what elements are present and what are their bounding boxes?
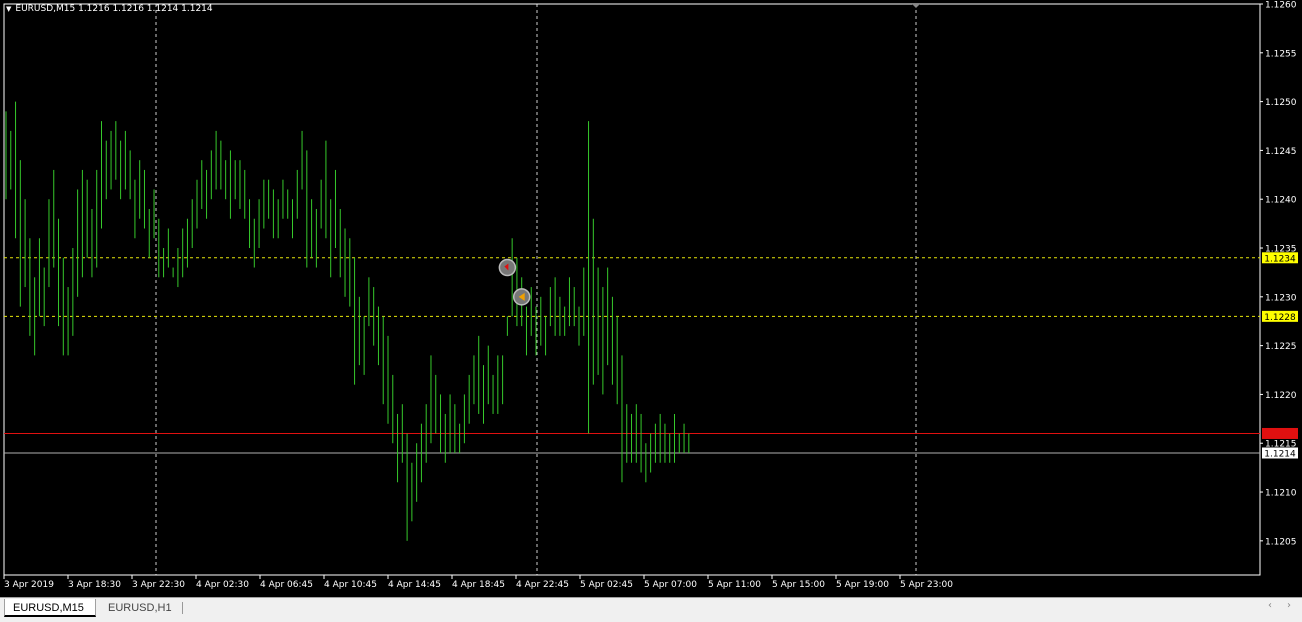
y-tick-label: 1.1255 xyxy=(1265,49,1297,59)
tab-eurusd-m15[interactable]: EURUSD,M15 xyxy=(4,599,96,617)
y-tick-label: 1.1215 xyxy=(1265,440,1297,450)
x-tick-label: 3 Apr 2019 xyxy=(4,580,54,590)
x-tick-label: 4 Apr 14:45 xyxy=(388,580,441,590)
triangle-down-icon[interactable]: ▼ xyxy=(6,5,11,13)
tab-label: EURUSD,H1 xyxy=(108,602,172,614)
plot-frame xyxy=(3,3,1261,576)
symbol-quote-line: EURUSD,M15 1.1216 1.1216 1.1214 1.1214 xyxy=(15,4,213,14)
x-tick-label: 4 Apr 22:45 xyxy=(516,580,569,590)
chevron-right-icon[interactable]: › xyxy=(1287,600,1291,611)
x-tick-label: 5 Apr 02:45 xyxy=(580,580,633,590)
y-tick-label: 1.1240 xyxy=(1265,196,1297,206)
tab-divider xyxy=(182,602,183,614)
y-tick-label: 1.1205 xyxy=(1265,537,1297,547)
tab-label: EURUSD,M15 xyxy=(13,602,84,614)
bid-price-line-label: 1.1216 xyxy=(1264,430,1296,440)
symbol-header: ▼ EURUSD,M15 1.1216 1.1216 1.1214 1.1214 xyxy=(6,4,213,14)
chevron-left-icon[interactable]: ‹ xyxy=(1268,600,1272,611)
y-tick-label: 1.1235 xyxy=(1265,245,1297,255)
x-tick-label: 4 Apr 02:30 xyxy=(196,580,249,590)
level-line-label: 1.1228 xyxy=(1264,313,1296,323)
x-tick-label: 5 Apr 19:00 xyxy=(836,580,889,590)
chart-tab-bar: EURUSD,M15 EURUSD,H1 ‹ › xyxy=(0,597,1302,622)
x-tick-label: 3 Apr 18:30 xyxy=(68,580,121,590)
x-tick-label: 4 Apr 10:45 xyxy=(324,580,377,590)
y-tick-label: 1.1230 xyxy=(1265,293,1297,303)
x-tick-label: 5 Apr 11:00 xyxy=(708,580,761,590)
x-tick-label: 5 Apr 15:00 xyxy=(772,580,825,590)
x-tick-label: 4 Apr 18:45 xyxy=(452,580,505,590)
x-tick-label: 5 Apr 07:00 xyxy=(644,580,697,590)
x-tick-label: 3 Apr 22:30 xyxy=(132,580,185,590)
level-line-label: 1.1234 xyxy=(1264,254,1296,264)
x-tick-label: 4 Apr 06:45 xyxy=(260,580,313,590)
chart-shift-icon xyxy=(912,4,920,8)
tab-eurusd-h1[interactable]: EURUSD,H1 xyxy=(100,599,180,617)
y-tick-label: 1.1210 xyxy=(1265,489,1297,499)
y-tick-label: 1.1250 xyxy=(1265,98,1297,108)
y-tick-label: 1.1245 xyxy=(1265,147,1297,157)
price-chart[interactable]: 1.1234 1.1228 1.1216 1.1214 1.1205 1.1210 1.12… xyxy=(0,0,1302,597)
y-tick-label: 1.1220 xyxy=(1265,391,1297,401)
y-tick-label: 1.1260 xyxy=(1265,1,1297,11)
y-tick-label: 1.1225 xyxy=(1265,342,1297,352)
chart-area[interactable]: 1.1234 1.1228 1.1216 1.1214 1.1205 1.1210 1.12… xyxy=(0,0,1302,597)
ask-price-line-label: 1.1214 xyxy=(1264,449,1296,459)
x-tick-label: 5 Apr 23:00 xyxy=(900,580,953,590)
